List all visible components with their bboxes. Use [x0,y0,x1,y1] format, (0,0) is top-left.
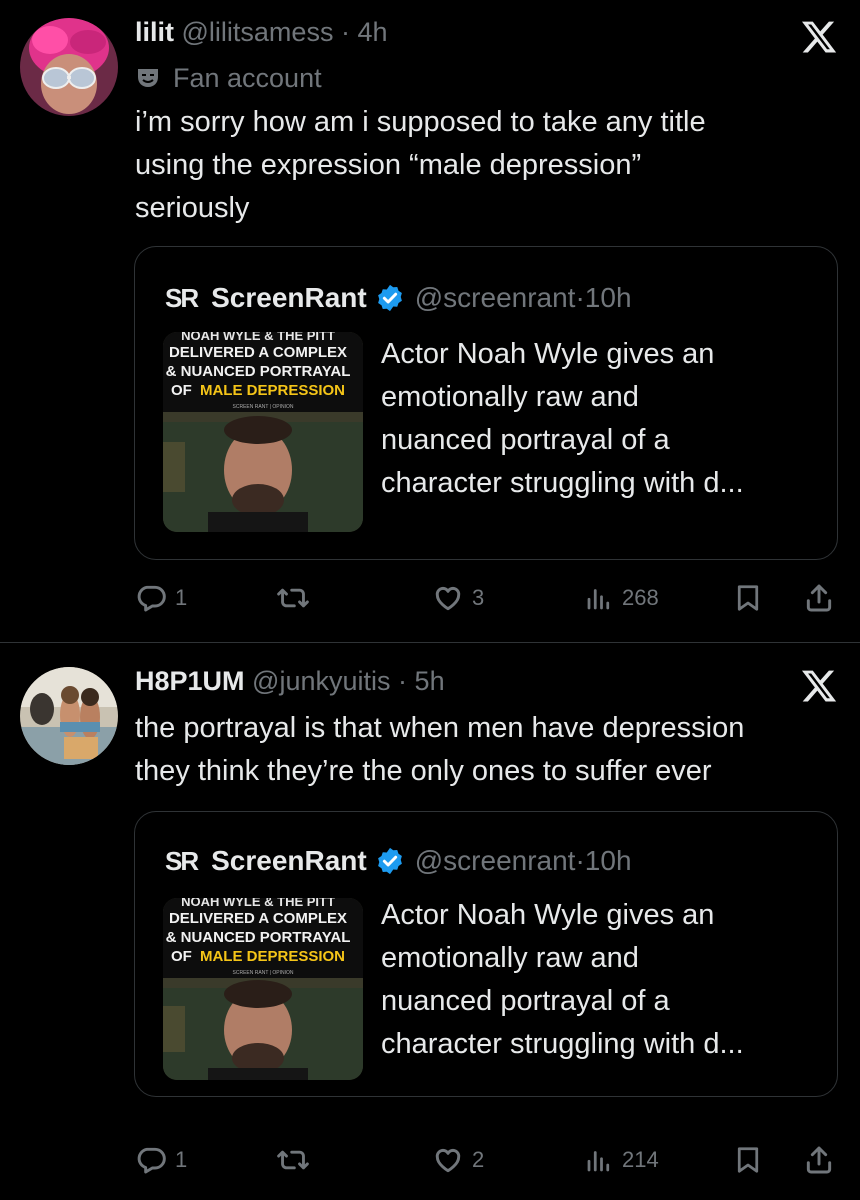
quoted-display-name[interactable]: ScreenRant [211,282,367,314]
tweet-text-line: they think they’re the only ones to suff… [135,755,712,787]
share-icon [806,584,832,612]
views-button[interactable]: 214 [584,1144,659,1176]
display-name[interactable]: H8P1UM [135,666,245,696]
quoted-text-line: character struggling with d... [381,467,744,499]
avatar[interactable] [20,18,118,116]
quoted-tweet[interactable]: SR ScreenRant @screenrant · 10h NOAH WYL… [134,811,838,1097]
thumbnail-text: & NUANCED PORTRAYAL [166,929,351,946]
quoted-tweet-text: Actor Noah Wyle gives an emotionally raw… [381,894,821,1066]
reply-count: 1 [175,1147,188,1172]
like-count: 2 [472,1147,485,1172]
link-thumbnail[interactable]: NOAH WYLE & THE PITT DELIVERED A COMPLEX… [163,332,363,532]
share-button[interactable] [803,1144,835,1176]
verified-badge-icon [377,847,402,875]
bookmark-button[interactable] [733,1144,763,1176]
thumbnail-text: OF [171,948,192,965]
like-count: 3 [472,585,485,610]
tweet-text: i’m sorry how am i supposed to take any … [135,101,840,230]
reply-icon [137,1147,166,1174]
tweet-header: H8P1UM @junkyuitis · 5h [135,665,445,697]
action-bar: 1 2 214 [0,1142,860,1182]
display-name[interactable]: lilit [135,17,174,47]
views-button[interactable]: 268 [584,582,659,614]
quoted-text-line: nuanced portrayal of a [381,424,670,456]
heart-icon [435,1148,461,1173]
quoted-tweet-text: Actor Noah Wyle gives an emotionally raw… [381,333,821,505]
retweet-button[interactable] [276,1144,310,1176]
retweet-icon [277,588,309,608]
action-bar: 1 3 268 [0,580,860,620]
timestamp[interactable]: 5h [415,666,445,696]
share-icon [806,1146,832,1174]
quoted-tweet-header: SR ScreenRant @screenrant · 10h [165,281,632,315]
quoted-text-line: character struggling with d... [381,1028,744,1060]
tweet-text-line: using the expression “male depression” [135,149,642,181]
verified-badge-icon [377,284,402,312]
tweet-text-line: the portrayal is that when men have depr… [135,712,745,744]
quoted-text-line: nuanced portrayal of a [381,985,670,1017]
quoted-tweet-header: SR ScreenRant @screenrant · 10h [165,844,632,878]
thumbnail-text: SCREEN RANT | OPINION [233,970,294,976]
tweet-header: lilit @lilitsamess · 4h [135,16,388,48]
retweet-icon [277,1150,309,1170]
like-button[interactable]: 2 [432,1144,484,1176]
quoted-display-name[interactable]: ScreenRant [211,845,367,877]
handle[interactable]: @lilitsamess [182,17,334,47]
tweet-text: the portrayal is that when men have depr… [135,707,840,793]
screenrant-logo: SR [165,282,199,313]
thumbnail-text: DELIVERED A COMPLEX [169,344,347,361]
thumbnail-text: SCREEN RANT | OPINION [233,404,294,410]
thumbnail-text: DELIVERED A COMPLEX [169,910,347,927]
x-logo-icon[interactable] [800,667,838,705]
views-count: 268 [622,585,659,610]
thumbnail-text: & NUANCED PORTRAYAL [166,363,351,380]
tweet-card[interactable]: H8P1UM @junkyuitis · 5h the portrayal is… [0,643,860,1200]
account-label-text: Fan account [173,63,322,93]
quoted-text-line: emotionally raw and [381,942,639,974]
heart-icon [435,586,461,611]
thumbnail-highlight: MALE DEPRESSION [200,382,345,399]
handle[interactable]: @junkyuitis [252,666,390,696]
account-label[interactable]: Fan account [135,62,322,94]
quoted-text-line: emotionally raw and [381,381,639,413]
reply-count: 1 [175,585,188,610]
separator-dot: · [398,666,408,696]
share-button[interactable] [803,582,835,614]
thumbnail-text: NOAH WYLE & THE PITT [181,332,335,343]
bookmark-button[interactable] [733,582,763,614]
separator-dot: · [340,17,350,47]
quoted-tweet[interactable]: SR ScreenRant @screenrant · 10h NOAH WYL… [134,246,838,560]
quoted-handle[interactable]: @screenrant [415,282,576,314]
screenrant-logo: SR [165,845,199,876]
tweet-text-line: i’m sorry how am i supposed to take any … [135,106,706,138]
x-logo-icon[interactable] [800,18,838,56]
tweet-text-line: seriously [135,192,250,224]
views-icon [587,589,610,610]
like-button[interactable]: 3 [432,582,484,614]
thumbnail-highlight: MALE DEPRESSION [200,948,345,965]
thumbnail-text: OF [171,382,192,399]
reply-button[interactable]: 1 [135,1144,187,1176]
views-icon [587,1151,610,1172]
reply-button[interactable]: 1 [135,582,187,614]
retweet-button[interactable] [276,582,310,614]
link-thumbnail[interactable]: NOAH WYLE & THE PITT DELIVERED A COMPLEX… [163,898,363,1080]
separator-dot: · [575,282,585,313]
reply-icon [137,585,166,612]
theater-mask-icon [138,69,158,87]
views-count: 214 [622,1147,659,1172]
separator-dot: · [575,845,585,876]
tweet-card[interactable]: lilit @lilitsamess · 4h Fan account i’m … [0,0,860,640]
thumbnail-text: NOAH WYLE & THE PITT [181,898,335,909]
quoted-text-line: Actor Noah Wyle gives an [381,899,715,931]
quoted-timestamp[interactable]: 10h [585,282,632,314]
timestamp[interactable]: 4h [357,17,387,47]
avatar[interactable] [20,667,118,765]
bookmark-icon [737,1147,759,1173]
quoted-handle[interactable]: @screenrant [415,845,576,877]
bookmark-icon [737,585,759,611]
quoted-text-line: Actor Noah Wyle gives an [381,338,715,370]
quoted-timestamp[interactable]: 10h [585,845,632,877]
